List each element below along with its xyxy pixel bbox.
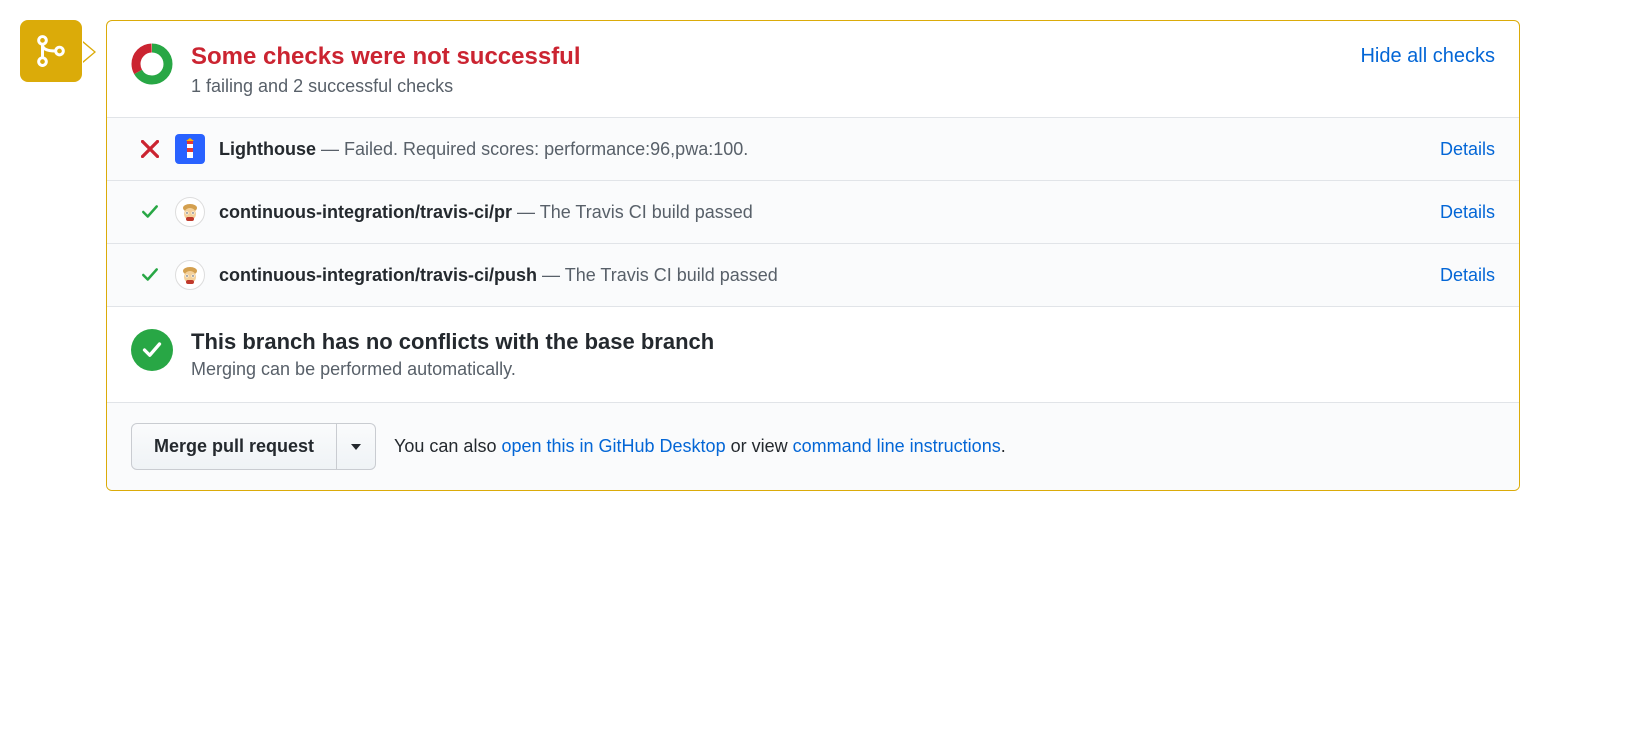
git-merge-icon [34, 34, 68, 68]
details-link[interactable]: Details [1440, 139, 1495, 160]
check-description: The Travis CI build passed [540, 202, 753, 222]
caret-down-icon [351, 444, 361, 450]
conflict-subtitle: Merging can be performed automatically. [191, 359, 714, 380]
check-icon [139, 264, 161, 286]
check-description: The Travis CI build passed [565, 265, 778, 285]
merge-footer: Merge pull request You can also open thi… [107, 402, 1519, 490]
check-name: continuous-integration/travis-ci/push [219, 265, 537, 285]
checks-panel: Some checks were not successful 1 failin… [106, 20, 1520, 491]
travis-avatar-icon [175, 260, 205, 290]
check-description: Failed. Required scores: performance:96,… [344, 139, 748, 159]
check-icon [139, 201, 161, 223]
x-icon [139, 138, 161, 160]
open-desktop-link[interactable]: open this in GitHub Desktop [501, 436, 725, 456]
check-row: continuous-integration/travis-ci/pr — Th… [107, 180, 1519, 243]
merge-pull-request-button[interactable]: Merge pull request [131, 423, 337, 470]
success-check-icon [131, 329, 173, 371]
check-text: Lighthouse — Failed. Required scores: pe… [219, 139, 1426, 160]
details-link[interactable]: Details [1440, 202, 1495, 223]
lighthouse-avatar-icon [175, 134, 205, 164]
details-link[interactable]: Details [1440, 265, 1495, 286]
conflict-status-row: This branch has no conflicts with the ba… [107, 306, 1519, 402]
checks-header: Some checks were not successful 1 failin… [107, 21, 1519, 117]
conflict-title: This branch has no conflicts with the ba… [191, 329, 714, 355]
check-row: Lighthouse — Failed. Required scores: pe… [107, 117, 1519, 180]
merge-button-group: Merge pull request [131, 423, 376, 470]
status-donut-icon [131, 43, 173, 85]
git-merge-badge [20, 20, 82, 82]
checks-header-text: Some checks were not successful 1 failin… [191, 41, 1342, 97]
merge-status-container: Some checks were not successful 1 failin… [20, 20, 1520, 491]
check-name: continuous-integration/travis-ci/pr [219, 202, 512, 222]
check-text: continuous-integration/travis-ci/push — … [219, 265, 1426, 286]
checks-subtitle: 1 failing and 2 successful checks [191, 76, 1342, 97]
checks-title: Some checks were not successful [191, 41, 1342, 72]
conflict-text: This branch has no conflicts with the ba… [191, 329, 714, 380]
check-text: continuous-integration/travis-ci/pr — Th… [219, 202, 1426, 223]
check-name: Lighthouse [219, 139, 316, 159]
merge-options-dropdown-button[interactable] [337, 423, 376, 470]
hide-all-checks-link[interactable]: Hide all checks [1360, 45, 1495, 68]
check-row: continuous-integration/travis-ci/push — … [107, 243, 1519, 306]
travis-avatar-icon [175, 197, 205, 227]
cli-instructions-link[interactable]: command line instructions [793, 436, 1001, 456]
merge-note: You can also open this in GitHub Desktop… [394, 436, 1006, 457]
